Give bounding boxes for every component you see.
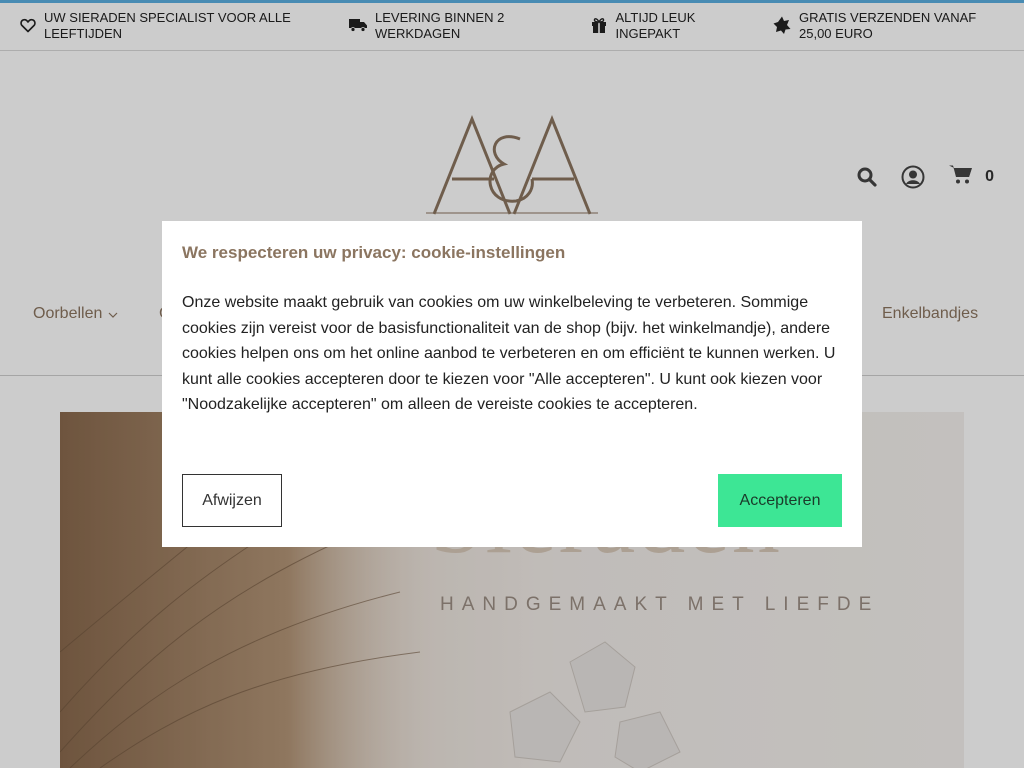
accept-button[interactable]: Accepteren (718, 474, 842, 527)
cookie-modal-body: Onze website maakt gebruik van cookies o… (182, 294, 836, 414)
cookie-modal: We respecteren uw privacy: cookie-instel… (162, 221, 862, 547)
cookie-modal-title: We respecteren uw privacy: cookie-instel… (182, 243, 566, 262)
decline-button[interactable]: Afwijzen (182, 474, 282, 527)
